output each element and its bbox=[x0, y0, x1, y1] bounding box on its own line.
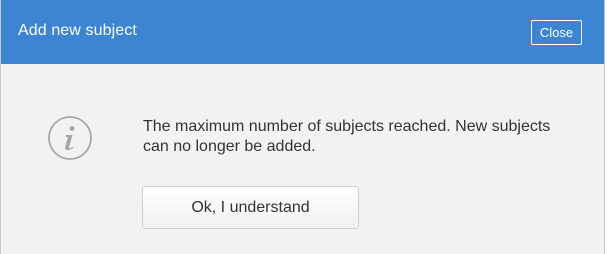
close-button[interactable]: Close bbox=[531, 20, 582, 45]
ok-understand-button[interactable]: Ok, I understand bbox=[142, 186, 359, 229]
info-icon bbox=[48, 116, 92, 160]
dialog-header: Add new subject Close bbox=[1, 0, 604, 64]
add-subject-dialog: Add new subject Close The maximum number… bbox=[0, 0, 605, 254]
dialog-message: The maximum number of subjects reached. … bbox=[143, 118, 551, 155]
dialog-title: Add new subject bbox=[18, 22, 137, 39]
